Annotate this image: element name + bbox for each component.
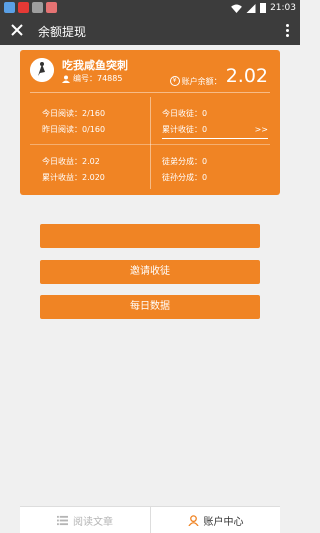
status-time: 21:03 bbox=[270, 3, 296, 13]
user-name: 吃我咸鱼突刺 bbox=[62, 59, 128, 72]
yesterday-read: 昨日阅读：0/160 bbox=[42, 125, 106, 134]
app-header: 余额提现 bbox=[0, 16, 300, 45]
news-icon bbox=[18, 2, 29, 13]
app-notification-icon bbox=[4, 2, 15, 13]
divider bbox=[30, 92, 270, 93]
user-icon bbox=[62, 75, 70, 83]
total-income: 累计收益：2.020 bbox=[42, 173, 105, 182]
divider bbox=[150, 97, 151, 189]
invite-button[interactable]: 邀请收徒 bbox=[40, 260, 260, 284]
user-icon bbox=[187, 515, 199, 526]
grand-disciple-share: 徒孙分成：0 bbox=[162, 173, 208, 182]
chat-icon bbox=[32, 2, 43, 13]
browser-icon bbox=[46, 2, 57, 13]
tab-read-articles[interactable]: 阅读文章 bbox=[20, 507, 150, 533]
user-id: 编号：74885 bbox=[62, 73, 122, 84]
battery-icon bbox=[260, 3, 267, 13]
invite-underline bbox=[162, 138, 268, 139]
withdraw-button[interactable] bbox=[40, 224, 260, 248]
page-title: 余额提现 bbox=[38, 25, 87, 39]
today-income: 今日收益：2.02 bbox=[42, 157, 100, 166]
balance: ¥ 账户余额： 2.02 bbox=[169, 65, 268, 87]
divider bbox=[30, 144, 270, 145]
notification-icons bbox=[4, 2, 57, 13]
daily-data-button[interactable]: 每日数据 bbox=[40, 295, 260, 319]
bottom-nav: 阅读文章 账户中心 bbox=[20, 506, 280, 533]
list-icon bbox=[57, 515, 68, 526]
disciple-share: 徒弟分成：0 bbox=[162, 157, 208, 166]
today-invite: 今日收徒：0 bbox=[162, 109, 208, 118]
avatar bbox=[30, 58, 54, 82]
status-bar: 21:03 bbox=[0, 0, 300, 16]
more-menu-button[interactable] bbox=[282, 22, 292, 40]
close-button[interactable] bbox=[8, 21, 26, 39]
signal-icon bbox=[246, 3, 256, 13]
today-read: 今日阅读：2/160 bbox=[42, 109, 106, 118]
yen-icon: ¥ bbox=[169, 76, 180, 86]
wifi-icon bbox=[231, 3, 242, 13]
close-icon bbox=[11, 24, 23, 36]
more-invite-link[interactable]: >> bbox=[255, 125, 268, 134]
balance-value: 2.02 bbox=[225, 65, 268, 87]
tab-account-center[interactable]: 账户中心 bbox=[150, 507, 280, 533]
total-invite[interactable]: 累计收徒：0 bbox=[162, 124, 207, 135]
account-card: 吃我咸鱼突刺 编号：74885 ¥ 账户余额： 2.02 今日阅读：2/160 … bbox=[20, 50, 280, 195]
